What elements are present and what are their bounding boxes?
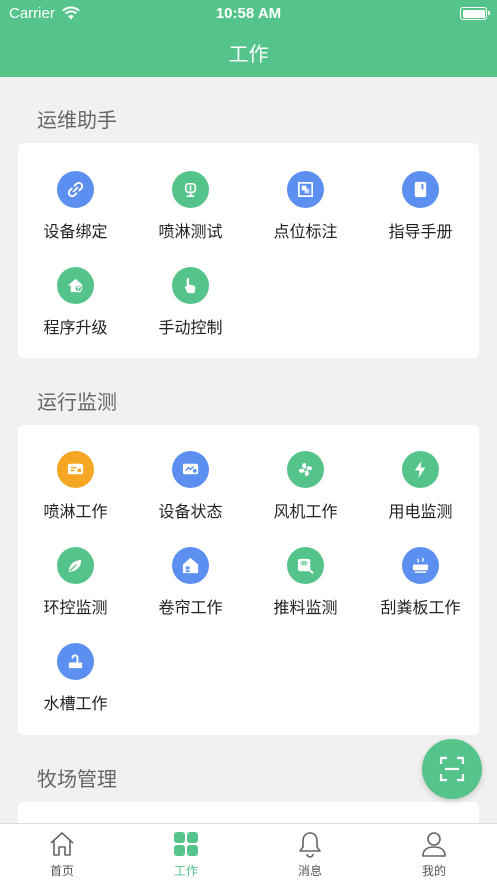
- fan-icon: [287, 451, 324, 488]
- leaf-icon: [57, 547, 94, 584]
- grid-item-curtain-work[interactable]: 卷帘工作: [133, 547, 248, 637]
- grid-item-power-monitor[interactable]: 用电监测: [363, 451, 478, 541]
- grid-item-label: 指导手册: [388, 224, 453, 241]
- grid-item-label: 环控监测: [43, 600, 108, 617]
- grid-item-feed-monitor[interactable]: 推料监测: [248, 547, 363, 637]
- top-bar: Carrier 10:58 AM 工作: [0, 0, 497, 77]
- grid-item-manual-control[interactable]: 手动控制: [133, 267, 248, 357]
- link-icon: [57, 171, 94, 208]
- grid-item-label: 用电监测: [388, 504, 453, 521]
- faucet-icon: [57, 643, 94, 680]
- battery-icon: [460, 7, 490, 20]
- tab-label: 消息: [297, 864, 322, 878]
- manual-icon: [402, 171, 439, 208]
- scraper-icon: [402, 547, 439, 584]
- grid-item-label: 刮粪板工作: [380, 600, 461, 617]
- grid-item-point-mark[interactable]: 点位标注: [248, 171, 363, 261]
- grid-item-device-status[interactable]: 设备状态: [133, 451, 248, 541]
- home-icon: [50, 832, 74, 856]
- grid-item-label: 设备绑定: [43, 224, 108, 241]
- upgrade-icon: [57, 267, 94, 304]
- grid-item-label: 设备状态: [158, 504, 223, 521]
- grid-item-label: 卷帘工作: [158, 600, 223, 617]
- grid-item-label: 点位标注: [273, 224, 338, 241]
- grid-item-scraper-work[interactable]: 刮粪板工作: [363, 547, 478, 637]
- section-title-farm: 牧场管理: [37, 769, 117, 791]
- page-title: 工作: [228, 44, 269, 66]
- tab-label: 我的: [421, 864, 446, 878]
- grid-icon: [174, 832, 198, 856]
- tab-home[interactable]: 首页: [0, 824, 124, 883]
- status-time: 10:58 AM: [215, 5, 282, 22]
- tab-label: 首页: [49, 864, 74, 878]
- lightning-icon: [402, 451, 439, 488]
- grid-item-label: 手动控制: [158, 320, 223, 337]
- tab-work[interactable]: 工作: [124, 824, 248, 883]
- device-status-icon: [172, 451, 209, 488]
- grid-item-label: 风机工作: [273, 504, 338, 521]
- grid-item-label: 喷淋测试: [158, 224, 223, 241]
- scan-icon: [439, 756, 465, 782]
- curtain-icon: [172, 547, 209, 584]
- section-title-ops: 运维助手: [37, 110, 117, 132]
- grid-item-manual[interactable]: 指导手册: [363, 171, 478, 261]
- tab-label: 工作: [173, 864, 198, 878]
- tab-bar: 首页 工作 消息 我的: [0, 823, 497, 883]
- profile-icon: [422, 832, 446, 857]
- grid-item-device-bind[interactable]: 设备绑定: [18, 171, 133, 261]
- mark-icon: [287, 171, 324, 208]
- grid-item-fan-work[interactable]: 风机工作: [248, 451, 363, 541]
- grid-item-env-monitor[interactable]: 环控监测: [18, 547, 133, 637]
- feed-icon: [287, 547, 324, 584]
- grid-item-label: 喷淋工作: [43, 504, 108, 521]
- section-title-monitor: 运行监测: [37, 392, 117, 414]
- grid-item-spray-work[interactable]: 喷淋工作: [18, 451, 133, 541]
- bell-icon: [299, 832, 321, 858]
- spray-work-icon: [57, 451, 94, 488]
- grid-item-spray-test[interactable]: 喷淋测试: [133, 171, 248, 261]
- grid-item-upgrade[interactable]: 程序升级: [18, 267, 133, 357]
- scan-button[interactable]: [422, 739, 482, 799]
- monitor-card: 喷淋工作 设备状态 风机工作 用电监测 环控监测 卷帘工作 推料监测 刮粪板工作…: [18, 425, 479, 735]
- grid-item-label: 程序升级: [43, 320, 108, 337]
- sprinkler-icon: [172, 171, 209, 208]
- status-bar: Carrier 10:58 AM: [0, 4, 497, 24]
- tab-messages[interactable]: 消息: [248, 824, 372, 883]
- ops-card: 设备绑定 喷淋测试 点位标注 指导手册 程序升级 手动控制: [18, 143, 479, 358]
- grid-item-label: 水槽工作: [43, 696, 108, 713]
- grid-item-trough-work[interactable]: 水槽工作: [18, 643, 133, 733]
- hand-icon: [172, 267, 209, 304]
- grid-item-label: 推料监测: [273, 600, 338, 617]
- tab-profile[interactable]: 我的: [372, 824, 496, 883]
